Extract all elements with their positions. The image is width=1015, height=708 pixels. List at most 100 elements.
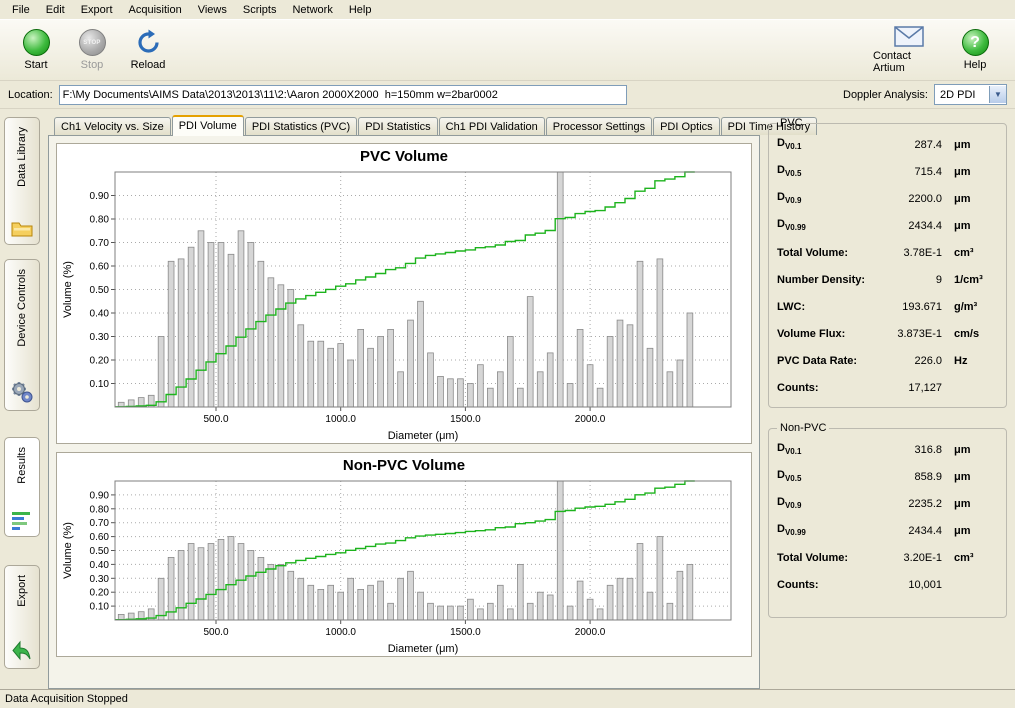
reload-button[interactable]: Reload <box>122 29 174 71</box>
tab-pdi-statistics-pvc[interactable]: PDI Statistics (PVC) <box>245 117 357 135</box>
svg-text:0.40: 0.40 <box>90 560 110 571</box>
stat-value: 2235.2 <box>878 498 952 510</box>
stat-row: DV0.5858.9μm <box>777 463 998 490</box>
start-icon <box>23 29 50 56</box>
svg-text:Volume (%): Volume (%) <box>62 522 74 579</box>
stat-row: DV0.5715.4μm <box>777 158 998 185</box>
stat-label: Number Density: <box>777 274 878 286</box>
stat-unit: μm <box>952 166 998 178</box>
doppler-analysis-label: Doppler Analysis: <box>843 89 928 101</box>
stat-label: Total Volume: <box>777 552 878 564</box>
pvc-stats-rows: DV0.1287.4μmDV0.5715.4μmDV0.92200.0μmDV0… <box>777 131 998 401</box>
tab-bar: Ch1 Velocity vs. Size PDI Volume PDI Sta… <box>48 113 760 135</box>
stat-unit: g/m³ <box>952 301 998 313</box>
svg-text:Volume (%): Volume (%) <box>62 261 74 318</box>
export-arrow-icon <box>11 640 33 662</box>
reload-label: Reload <box>131 59 166 71</box>
doppler-analysis-select[interactable]: 2D PDI ▼ <box>934 84 1007 105</box>
stat-value: 2434.4 <box>878 525 952 537</box>
help-button[interactable]: ? Help <box>949 29 1001 71</box>
toolbar: Start STOP Stop Reload Contact Ar <box>0 19 1015 81</box>
stat-unit: μm <box>952 444 998 456</box>
stat-row: Counts:17,127 <box>777 374 998 401</box>
sidebar-item-device-controls[interactable]: Device Controls <box>4 259 40 411</box>
sidebar-item-export[interactable]: Export <box>4 565 40 669</box>
svg-text:500.0: 500.0 <box>203 414 228 425</box>
stat-row: DV0.1316.8μm <box>777 436 998 463</box>
stat-label: LWC: <box>777 301 878 313</box>
svg-text:0.70: 0.70 <box>90 238 110 249</box>
status-text: Data Acquisition Stopped <box>5 693 128 705</box>
sidebar-item-data-library[interactable]: Data Library <box>4 117 40 245</box>
start-button[interactable]: Start <box>10 29 62 71</box>
menu-export[interactable]: Export <box>73 2 121 18</box>
stat-unit: μm <box>952 220 998 232</box>
help-icon: ? <box>962 29 989 56</box>
stat-value: 9 <box>878 274 952 286</box>
main-area: Data Library Device Controls <box>0 109 1015 689</box>
stat-value: 287.4 <box>878 139 952 151</box>
stop-label: Stop <box>81 59 104 71</box>
svg-text:0.80: 0.80 <box>90 504 110 515</box>
svg-text:Diameter (μm): Diameter (μm) <box>388 643 459 655</box>
menu-views[interactable]: Views <box>190 2 235 18</box>
stat-row: DV0.92235.2μm <box>777 490 998 517</box>
stat-unit: μm <box>952 471 998 483</box>
stat-label: DV0.9 <box>777 496 878 510</box>
svg-text:0.10: 0.10 <box>90 602 110 613</box>
tab-ch1-pdi-validation[interactable]: Ch1 PDI Validation <box>439 117 545 135</box>
svg-text:1000.0: 1000.0 <box>325 414 356 425</box>
tab-processor-settings[interactable]: Processor Settings <box>546 117 652 135</box>
svg-text:0.30: 0.30 <box>90 574 110 585</box>
svg-text:Diameter (μm): Diameter (μm) <box>388 430 459 442</box>
stat-label: DV0.9 <box>777 191 878 205</box>
non-pvc-chart-title: Non-PVC Volume <box>57 455 751 474</box>
tab-pdi-volume[interactable]: PDI Volume <box>172 115 244 136</box>
tab-pdi-statistics[interactable]: PDI Statistics <box>358 117 437 135</box>
tab-pdi-optics[interactable]: PDI Optics <box>653 117 720 135</box>
doppler-analysis-value: 2D PDI <box>935 89 989 101</box>
stat-unit: cm³ <box>952 552 998 564</box>
chevron-down-icon[interactable]: ▼ <box>989 86 1006 103</box>
stat-value: 226.0 <box>878 355 952 367</box>
menu-network[interactable]: Network <box>284 2 340 18</box>
stat-label: Counts: <box>777 382 878 394</box>
envelope-icon <box>894 26 924 47</box>
non-pvc-stats-rows: DV0.1316.8μmDV0.5858.9μmDV0.92235.2μmDV0… <box>777 436 998 598</box>
svg-text:0.60: 0.60 <box>90 262 110 273</box>
stop-icon: STOP <box>79 29 106 56</box>
stat-unit: cm³ <box>952 247 998 259</box>
contact-artium-label: Contact Artium <box>873 50 945 74</box>
stat-row: Volume Flux:3.873E-1cm/s <box>777 320 998 347</box>
menu-help[interactable]: Help <box>341 2 380 18</box>
stat-value: 10,001 <box>878 579 952 591</box>
menu-bar: File Edit Export Acquisition Views Scrip… <box>0 0 1015 19</box>
stat-label: Volume Flux: <box>777 328 878 340</box>
stat-label: DV0.1 <box>777 137 878 151</box>
svg-text:0.50: 0.50 <box>90 285 110 296</box>
menu-file[interactable]: File <box>4 2 38 18</box>
location-input[interactable] <box>59 85 627 105</box>
pvc-stats-title: PVC <box>777 117 806 129</box>
content-column: Ch1 Velocity vs. Size PDI Volume PDI Sta… <box>46 109 762 689</box>
start-label: Start <box>24 59 47 71</box>
svg-text:2000.0: 2000.0 <box>575 627 606 638</box>
app-window: File Edit Export Acquisition Views Scrip… <box>0 0 1015 708</box>
svg-text:0.80: 0.80 <box>90 215 110 226</box>
menu-scripts[interactable]: Scripts <box>235 2 285 18</box>
stat-unit: μm <box>952 498 998 510</box>
svg-text:1500.0: 1500.0 <box>450 627 481 638</box>
pvc-volume-plot: 0.100.200.300.400.500.600.700.800.90500.… <box>57 165 745 443</box>
non-pvc-volume-plot: 0.100.200.300.400.500.600.700.800.90500.… <box>57 474 745 656</box>
menu-acquisition[interactable]: Acquisition <box>121 2 190 18</box>
stat-value: 3.873E-1 <box>878 328 952 340</box>
tab-ch1-velocity-vs-size[interactable]: Ch1 Velocity vs. Size <box>54 117 171 135</box>
stat-label: PVC Data Rate: <box>777 355 878 367</box>
svg-text:0.90: 0.90 <box>90 490 110 501</box>
contact-artium-button[interactable]: Contact Artium <box>873 26 945 74</box>
menu-edit[interactable]: Edit <box>38 2 73 18</box>
stop-button[interactable]: STOP Stop <box>66 29 118 71</box>
stat-value: 715.4 <box>878 166 952 178</box>
sidebar-item-results[interactable]: Results <box>4 437 40 537</box>
pvc-stats-group: PVC DV0.1287.4μmDV0.5715.4μmDV0.92200.0μ… <box>768 117 1007 408</box>
